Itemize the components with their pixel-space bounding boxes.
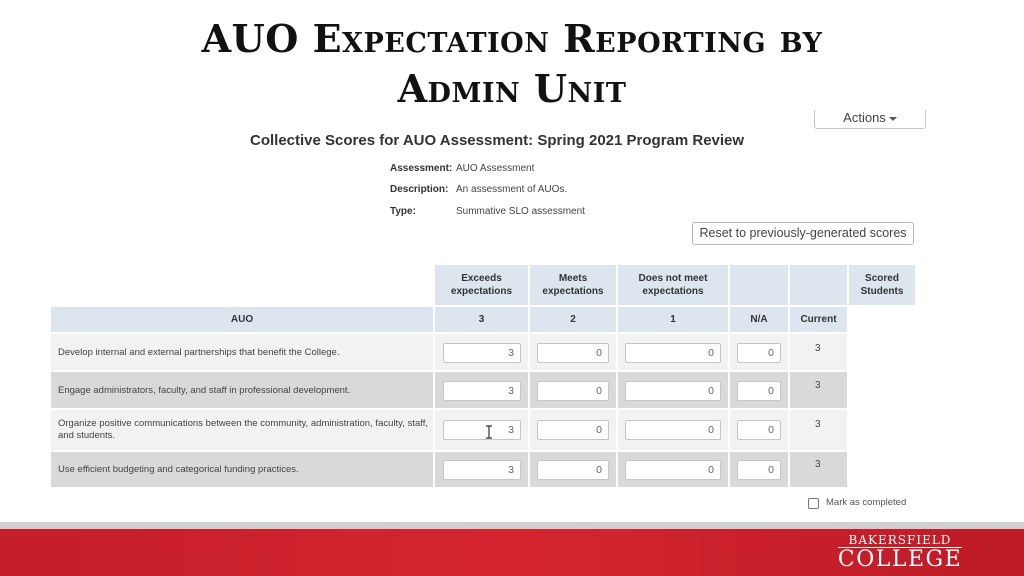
- na-input[interactable]: 0: [737, 460, 781, 480]
- does-not-meet-input[interactable]: 0: [625, 381, 721, 401]
- column-divider: [788, 410, 790, 450]
- exceeds-input[interactable]: 3: [443, 381, 521, 401]
- meets-input[interactable]: 0: [537, 343, 609, 363]
- mark-completed-checkbox[interactable]: [808, 498, 819, 509]
- text-cursor-icon: [486, 425, 492, 439]
- slide-title-line-2: Admin Unit: [397, 66, 627, 111]
- column-divider: [616, 334, 618, 370]
- description-label: Description:: [390, 184, 449, 195]
- bakersfield-college-logo: BAKERSFIELD COLLEGE: [830, 531, 970, 573]
- assessment-label: Assessment:: [390, 163, 453, 174]
- subheader-score-2: 2: [530, 307, 616, 332]
- column-divider: [528, 452, 530, 487]
- description-value: An assessment of AUOs.: [456, 184, 568, 195]
- meets-input[interactable]: 0: [537, 420, 609, 440]
- subheader-score-3: 3: [435, 307, 528, 332]
- does-not-meet-input[interactable]: 0: [625, 460, 721, 480]
- column-divider: [616, 452, 618, 487]
- column-divider: [788, 452, 790, 487]
- column-divider: [728, 410, 730, 450]
- actions-dropdown-button[interactable]: Actions: [814, 110, 926, 129]
- does-not-meet-input[interactable]: 0: [625, 420, 721, 440]
- logo-top-text: BAKERSFIELD: [848, 533, 952, 547]
- auo-description: Develop internal and external partnershi…: [58, 347, 340, 358]
- current-score: 3: [815, 343, 821, 354]
- panel-title: Collective Scores for AUO Assessment: Sp…: [250, 132, 745, 149]
- auo-description: Engage administrators, faculty, and staf…: [58, 385, 351, 396]
- na-input[interactable]: 0: [737, 381, 781, 401]
- exceeds-input[interactable]: 3: [443, 460, 521, 480]
- na-input[interactable]: 0: [737, 420, 781, 440]
- column-divider: [528, 372, 530, 408]
- column-divider: [528, 334, 530, 370]
- current-score: 3: [815, 419, 821, 430]
- column-divider: [728, 452, 730, 487]
- header-current-blank: [790, 265, 847, 305]
- column-divider: [528, 410, 530, 450]
- caret-down-icon: [888, 116, 897, 121]
- does-not-meet-input[interactable]: 0: [625, 343, 721, 363]
- column-divider: [788, 372, 790, 408]
- column-divider: [433, 410, 435, 450]
- meets-input[interactable]: 0: [537, 381, 609, 401]
- slide-title-line-1: AUO Expectation Reporting by: [201, 16, 823, 61]
- footer-divider: [0, 522, 1024, 529]
- current-score: 3: [815, 380, 821, 391]
- meets-input[interactable]: 0: [537, 460, 609, 480]
- column-divider: [433, 372, 435, 408]
- column-divider: [788, 334, 790, 370]
- exceeds-input[interactable]: 3: [443, 420, 521, 440]
- logo-bottom-text: COLLEGE: [837, 547, 963, 572]
- assessment-value: AUO Assessment: [456, 163, 535, 174]
- type-label: Type:: [390, 206, 416, 217]
- subheader-auo: AUO: [51, 307, 433, 332]
- header-exceeds: Exceeds expectations: [435, 265, 528, 305]
- actions-label: Actions: [843, 110, 886, 125]
- na-input[interactable]: 0: [737, 343, 781, 363]
- exceeds-input[interactable]: 3: [443, 343, 521, 363]
- column-divider: [433, 334, 435, 370]
- subheader-score-1: 1: [618, 307, 728, 332]
- reset-scores-button[interactable]: Reset to previously-generated scores: [692, 222, 914, 245]
- header-na-blank: [730, 265, 788, 305]
- column-divider: [433, 452, 435, 487]
- column-divider: [728, 372, 730, 408]
- type-value: Summative SLO assessment: [456, 206, 585, 217]
- column-divider: [616, 372, 618, 408]
- auo-description: Use efficient budgeting and categorical …: [58, 464, 299, 475]
- current-score: 3: [815, 459, 821, 470]
- slide-title: AUO Expectation Reporting by Admin Unit: [0, 14, 1024, 114]
- column-divider: [728, 334, 730, 370]
- header-scored-students: Scored Students: [849, 265, 915, 305]
- mark-completed-label: Mark as completed: [826, 497, 907, 508]
- subheader-current: Current: [790, 307, 847, 332]
- column-divider: [616, 410, 618, 450]
- auo-description: Organize positive communications between…: [58, 418, 428, 441]
- header-meets: Meets expectations: [530, 265, 616, 305]
- header-does-not-meet: Does not meet expectations: [618, 265, 728, 305]
- subheader-na: N/A: [730, 307, 788, 332]
